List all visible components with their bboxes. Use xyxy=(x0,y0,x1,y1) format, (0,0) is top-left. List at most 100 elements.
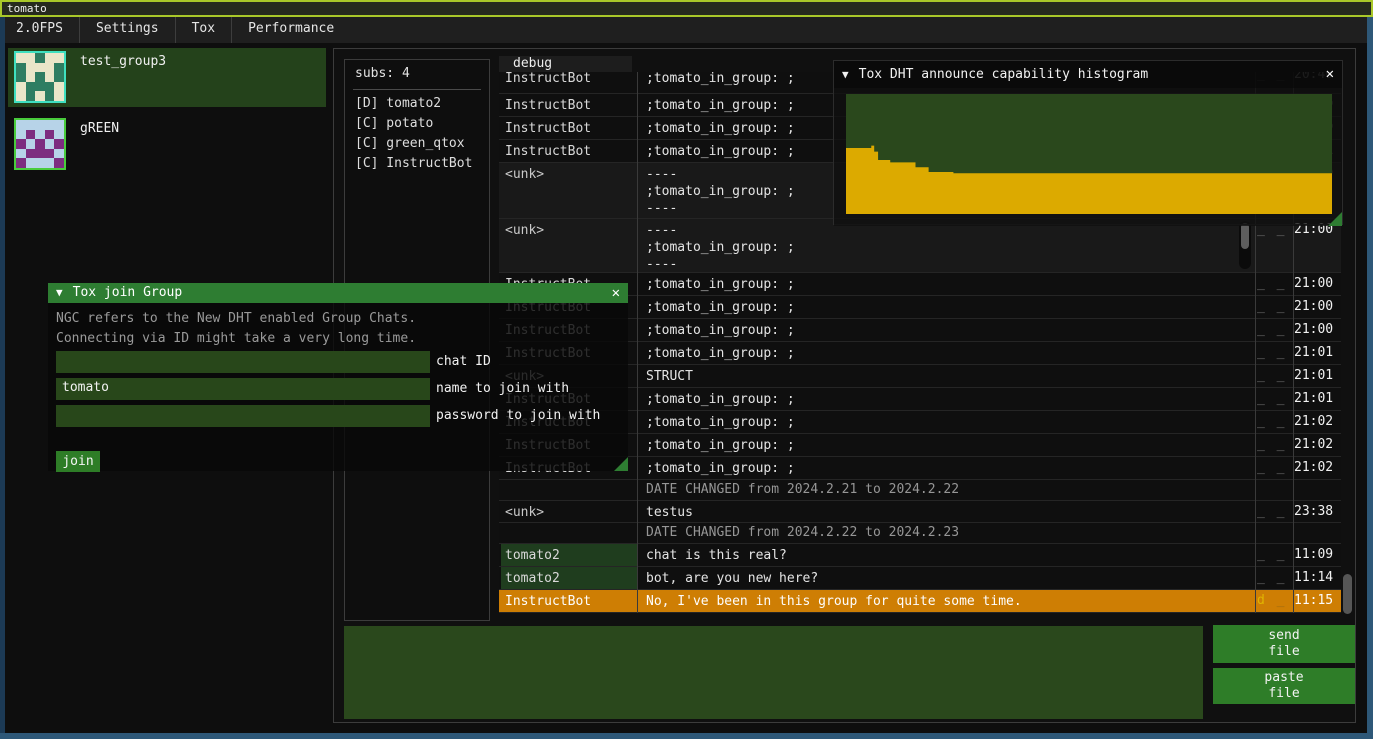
table-row[interactable]: DATE CHANGED from 2024.2.21 to 2024.2.22 xyxy=(499,480,1341,501)
join-field-chat-ID[interactable] xyxy=(56,351,430,373)
separator xyxy=(353,89,481,90)
sender-name: tomato2 xyxy=(501,544,637,566)
message-time: 11:15 xyxy=(1294,593,1338,608)
histogram-area xyxy=(846,94,1332,214)
message-flags: _ _ xyxy=(1257,437,1293,452)
join-group-title: Tox join Group xyxy=(73,283,183,303)
collapse-icon[interactable]: ▼ xyxy=(842,61,849,88)
join-field-label: chat ID xyxy=(436,354,491,369)
message-cell-scrollbar[interactable] xyxy=(1239,221,1251,269)
window-frame-left xyxy=(0,17,5,733)
resize-grip-icon[interactable] xyxy=(614,457,628,471)
dht-histogram-body xyxy=(834,88,1342,226)
paste-file-button[interactable]: paste file xyxy=(1213,668,1355,704)
table-row[interactable]: <unk>----;tomato_in_group: ;----_ _21:00 xyxy=(499,219,1341,273)
message-text: chat is this real? xyxy=(640,544,1255,567)
message-time: 21:00 xyxy=(1294,322,1338,337)
message-flags: _ _ xyxy=(1257,322,1293,337)
chat-scrollbar[interactable] xyxy=(1342,72,1353,613)
subs-member[interactable]: [C] InstructBot xyxy=(355,156,472,171)
sender-name: InstructBot xyxy=(501,140,637,163)
message-text: ;tomato_in_group: ; xyxy=(640,434,1255,457)
message-text: ----;tomato_in_group: ;---- xyxy=(640,219,1255,276)
table-row[interactable]: InstructBotNo, I've been in this group f… xyxy=(499,590,1341,613)
sidebar-group-test_group3[interactable]: test_group3 xyxy=(8,48,326,107)
date-changed-label: DATE CHANGED from 2024.2.21 to 2024.2.22 xyxy=(640,482,965,497)
scrollbar-thumb[interactable] xyxy=(1343,574,1352,614)
sender-name: <unk> xyxy=(501,163,637,186)
sender-name: <unk> xyxy=(501,501,637,524)
message-flags: _ _ xyxy=(1257,368,1293,383)
message-time: 21:00 xyxy=(1294,299,1338,314)
menu-item-2-0fps[interactable]: 2.0FPS xyxy=(0,17,80,43)
message-time: 11:14 xyxy=(1294,570,1338,585)
message-time: 21:01 xyxy=(1294,345,1338,360)
menu-item-performance[interactable]: Performance xyxy=(232,17,350,43)
date-changed-label: DATE CHANGED from 2024.2.22 to 2024.2.23 xyxy=(640,525,965,540)
menu-item-settings[interactable]: Settings xyxy=(80,17,176,43)
join-field-password-to-join-with[interactable] xyxy=(56,405,430,427)
message-time: 21:02 xyxy=(1294,414,1338,429)
subs-member[interactable]: [C] potato xyxy=(355,116,433,131)
table-row[interactable]: tomato2bot, are you new here?_ _11:14 xyxy=(499,567,1341,590)
message-text: ;tomato_in_group: ; xyxy=(640,319,1255,342)
dht-histogram-window: ▼ Tox DHT announce capability histogram … xyxy=(833,60,1343,225)
sender-name: InstructBot xyxy=(501,72,637,90)
sidebar-group-gREEN[interactable]: gREEN xyxy=(8,115,326,174)
scrollbar-thumb[interactable] xyxy=(1241,223,1249,249)
subs-member[interactable]: [C] green_qtox xyxy=(355,136,465,151)
join-field-name-to-join-with[interactable]: tomato xyxy=(56,378,430,400)
table-row[interactable]: <unk>testus_ _23:38 xyxy=(499,501,1341,523)
send-file-label: send file xyxy=(1258,628,1310,660)
send-file-button[interactable]: send file xyxy=(1213,625,1355,663)
message-flags: _ _ xyxy=(1257,391,1293,406)
collapse-icon[interactable]: ▼ xyxy=(56,283,63,303)
close-icon[interactable]: ✕ xyxy=(612,283,620,303)
table-row[interactable]: tomato2chat is this real?_ _11:09 xyxy=(499,544,1341,567)
histogram-plot xyxy=(846,94,1332,214)
message-flags: _ _ xyxy=(1257,299,1293,314)
join-group-window: ▼ Tox join Group ✕ NGC refers to the New… xyxy=(48,283,628,471)
message-time: 21:01 xyxy=(1294,391,1338,406)
join-info-line1: NGC refers to the New DHT enabled Group … xyxy=(56,311,416,326)
window-frame-right xyxy=(1367,17,1373,739)
menu-item-tox[interactable]: Tox xyxy=(176,17,232,43)
message-text: STRUCT xyxy=(640,365,1255,388)
join-field-label: name to join with xyxy=(436,381,569,396)
group-name: gREEN xyxy=(80,121,119,136)
histogram-series xyxy=(846,146,1332,214)
group-avatar xyxy=(14,51,66,103)
table-row[interactable]: DATE CHANGED from 2024.2.22 to 2024.2.23 xyxy=(499,523,1341,544)
message-text: ;tomato_in_group: ; xyxy=(640,273,1255,296)
paste-file-label: paste file xyxy=(1258,670,1310,702)
message-text: ;tomato_in_group: ; xyxy=(640,457,1255,480)
message-time: 21:02 xyxy=(1294,437,1338,452)
message-time: 21:02 xyxy=(1294,460,1338,475)
message-time: 21:01 xyxy=(1294,368,1338,383)
message-flags: _ _ xyxy=(1257,276,1293,291)
message-flags: _ _ xyxy=(1257,504,1293,519)
sender-name: InstructBot xyxy=(501,590,637,613)
tab-debug[interactable]: debug xyxy=(499,56,632,72)
message-flags: _ _ xyxy=(1257,345,1293,360)
subs-member[interactable]: [D] tomato2 xyxy=(355,96,441,111)
message-input[interactable] xyxy=(344,626,1203,719)
join-group-body: NGC refers to the New DHT enabled Group … xyxy=(48,303,628,471)
message-text: ;tomato_in_group: ; xyxy=(640,342,1255,365)
message-flags: _ _ xyxy=(1257,460,1293,475)
message-text: No, I've been in this group for quite so… xyxy=(640,590,1255,613)
sender-name: InstructBot xyxy=(501,117,637,140)
message-time: 23:38 xyxy=(1294,504,1338,519)
message-flags: _ _ xyxy=(1257,570,1293,585)
message-time: 11:09 xyxy=(1294,547,1338,562)
join-group-titlebar[interactable]: ▼ Tox join Group ✕ xyxy=(48,283,628,303)
close-icon[interactable]: ✕ xyxy=(1326,61,1334,88)
message-time: 21:00 xyxy=(1294,276,1338,291)
message-text: testus xyxy=(640,501,1255,524)
resize-grip-icon[interactable] xyxy=(1328,212,1342,226)
dht-histogram-titlebar[interactable]: ▼ Tox DHT announce capability histogram … xyxy=(834,61,1342,88)
group-avatar xyxy=(14,118,66,170)
message-flags: _ _ xyxy=(1257,414,1293,429)
message-flags: _ _ xyxy=(1257,547,1293,562)
join-button[interactable]: join xyxy=(56,451,100,472)
